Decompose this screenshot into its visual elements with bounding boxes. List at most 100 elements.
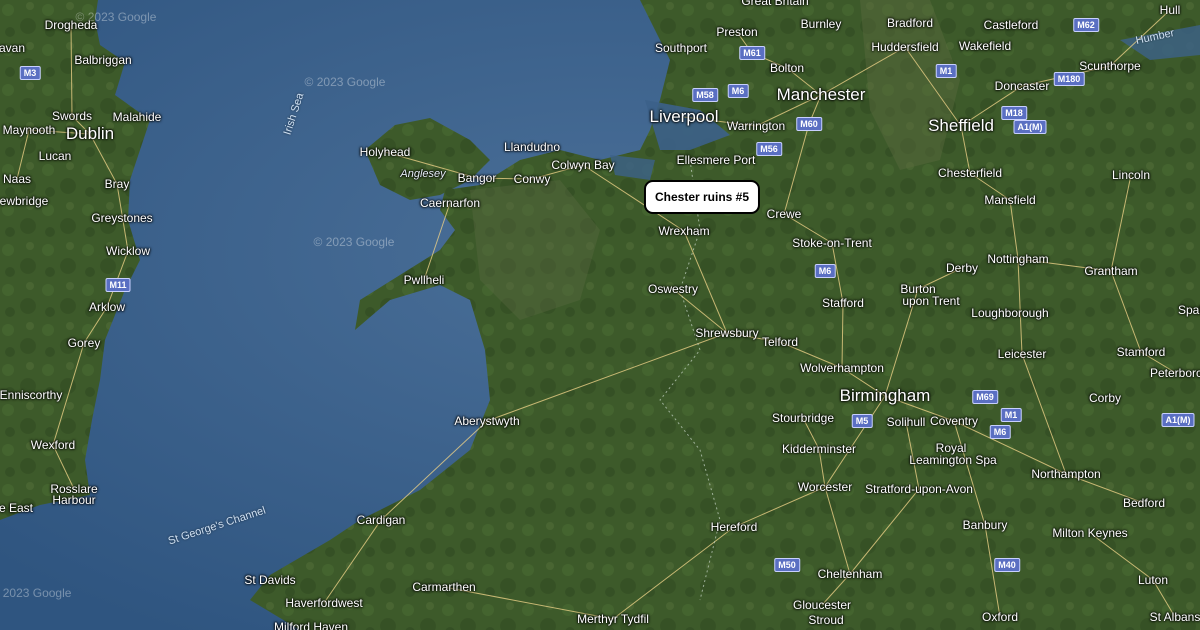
city-label[interactable]: Bradford <box>887 16 933 30</box>
city-label[interactable]: Wicklow <box>106 244 150 258</box>
city-label[interactable]: Banbury <box>963 518 1008 532</box>
major-city-label[interactable]: Liverpool <box>650 107 719 127</box>
city-label[interactable]: Balbriggan <box>74 53 131 67</box>
city-label[interactable]: Wexford <box>31 438 75 452</box>
city-label[interactable]: Great Britain <box>741 0 808 8</box>
city-label[interactable]: Northampton <box>1031 467 1100 481</box>
city-label[interactable]: Carmarthen <box>412 580 475 594</box>
city-label[interactable]: Preston <box>716 25 757 39</box>
city-label[interactable]: Stratford-upon-Avon <box>865 482 973 496</box>
city-label[interactable]: Gloucester <box>793 598 851 612</box>
city-label[interactable]: Kidderminster <box>782 442 856 456</box>
city-label[interactable]: Chesterfield <box>938 166 1002 180</box>
city-label[interactable]: Holyhead <box>360 145 411 159</box>
city-label[interactable]: Conwy <box>514 172 551 186</box>
major-city-label[interactable]: Birmingham <box>840 386 931 406</box>
city-label[interactable]: Pwllheli <box>404 273 445 287</box>
city-label[interactable]: Greystones <box>91 211 152 225</box>
city-label[interactable]: Stroud <box>808 613 843 627</box>
city-label[interactable]: Llandudno <box>504 140 560 154</box>
city-label[interactable]: Stamford <box>1117 345 1166 359</box>
city-label[interactable]: Hull <box>1160 3 1181 17</box>
city-label[interactable]: Corby <box>1089 391 1121 405</box>
major-city-label[interactable]: Sheffield <box>928 116 994 136</box>
city-label[interactable]: Cheltenham <box>818 567 883 581</box>
city-label[interactable]: Aberystwyth <box>454 414 519 428</box>
city-label[interactable]: Leamington Spa <box>909 453 996 467</box>
city-label[interactable]: Wolverhampton <box>800 361 884 375</box>
region-label: Anglesey <box>400 168 446 180</box>
city-label[interactable]: Warrington <box>727 119 785 133</box>
map-watermark: © 2023 Google <box>313 235 395 249</box>
city-label[interactable]: Oswestry <box>648 282 698 296</box>
city-label[interactable]: Telford <box>762 335 798 349</box>
city-label[interactable]: Milton Keynes <box>1052 526 1127 540</box>
city-label[interactable]: Luton <box>1138 573 1168 587</box>
city-label[interactable]: Worcester <box>798 480 852 494</box>
city-label[interactable]: Arklow <box>89 300 125 314</box>
city-label[interactable]: Southport <box>655 41 707 55</box>
city-label[interactable]: St Albans <box>1150 610 1200 624</box>
city-label[interactable]: Drogheda <box>45 18 98 32</box>
city-label[interactable]: Haverfordwest <box>285 596 362 610</box>
city-label[interactable]: Stourbridge <box>772 411 834 425</box>
city-label[interactable]: Spal <box>1178 303 1200 317</box>
motorway-shield: A1(M) <box>1161 413 1195 427</box>
city-label[interactable]: Burnley <box>801 17 842 31</box>
city-label[interactable]: upon Trent <box>902 294 959 308</box>
city-label[interactable]: Stoke-on-Trent <box>792 236 872 250</box>
city-label[interactable]: Scunthorpe <box>1079 59 1140 73</box>
city-label[interactable]: Coventry <box>930 414 978 428</box>
motorway-shield: M69 <box>972 390 998 404</box>
city-label[interactable]: Shrewsbury <box>695 326 758 340</box>
city-label[interactable]: e East <box>0 501 33 515</box>
city-label[interactable]: Wrexham <box>658 224 709 238</box>
city-label[interactable]: Castleford <box>984 18 1039 32</box>
city-label[interactable]: Wakefield <box>959 39 1011 53</box>
map-canvas[interactable]: © 2023 Google© 2023 Google© 2023 Google©… <box>0 0 1200 630</box>
city-label[interactable]: Gorey <box>68 336 101 350</box>
city-label[interactable]: Mansfield <box>984 193 1035 207</box>
city-label[interactable]: Cardigan <box>357 513 406 527</box>
motorway-shield: M18 <box>1001 106 1027 120</box>
city-label[interactable]: Bangor <box>458 171 497 185</box>
city-label[interactable]: avan <box>0 41 25 55</box>
city-label[interactable]: Bedford <box>1123 496 1165 510</box>
city-label[interactable]: Bolton <box>770 61 804 75</box>
city-label[interactable]: Oxford <box>982 610 1018 624</box>
city-label[interactable]: Leicester <box>998 347 1047 361</box>
motorway-shield: M6 <box>814 264 836 278</box>
city-label[interactable]: Ellesmere Port <box>677 153 756 167</box>
city-label[interactable]: Enniscorthy <box>0 388 62 402</box>
city-label[interactable]: Harbour <box>52 493 95 507</box>
city-label[interactable]: Milford Haven <box>274 620 348 630</box>
major-city-label[interactable]: Manchester <box>777 85 866 105</box>
city-label[interactable]: St Davids <box>244 573 295 587</box>
city-label[interactable]: Maynooth <box>3 123 56 137</box>
motorway-shield: M40 <box>994 558 1020 572</box>
city-label[interactable]: Nottingham <box>987 252 1048 266</box>
city-label[interactable]: Bray <box>105 177 130 191</box>
city-label[interactable]: Loughborough <box>971 306 1048 320</box>
major-city-label[interactable]: Dublin <box>66 124 114 144</box>
city-label[interactable]: Solihull <box>887 415 926 429</box>
city-label[interactable]: Doncaster <box>995 79 1050 93</box>
city-label[interactable]: Lucan <box>39 149 72 163</box>
city-label[interactable]: Huddersfield <box>871 40 938 54</box>
city-label[interactable]: Merthyr Tydfil <box>577 612 649 626</box>
city-label[interactable]: Naas <box>3 172 31 186</box>
city-label[interactable]: Stafford <box>822 296 864 310</box>
city-label[interactable]: Derby <box>946 261 978 275</box>
city-label[interactable]: Peterborc <box>1150 366 1200 380</box>
motorway-shield: M60 <box>796 117 822 131</box>
city-label[interactable]: Colwyn Bay <box>551 158 614 172</box>
location-marker[interactable]: Chester ruins #5 <box>643 180 761 214</box>
city-label[interactable]: Malahide <box>113 110 162 124</box>
city-label[interactable]: Crewe <box>767 207 802 221</box>
city-label[interactable]: Grantham <box>1084 264 1137 278</box>
city-label[interactable]: Caernarfon <box>420 196 480 210</box>
city-label[interactable]: Lincoln <box>1112 168 1150 182</box>
city-label[interactable]: Hereford <box>711 520 758 534</box>
city-label[interactable]: ewbridge <box>0 194 48 208</box>
city-label[interactable]: Swords <box>52 109 92 123</box>
